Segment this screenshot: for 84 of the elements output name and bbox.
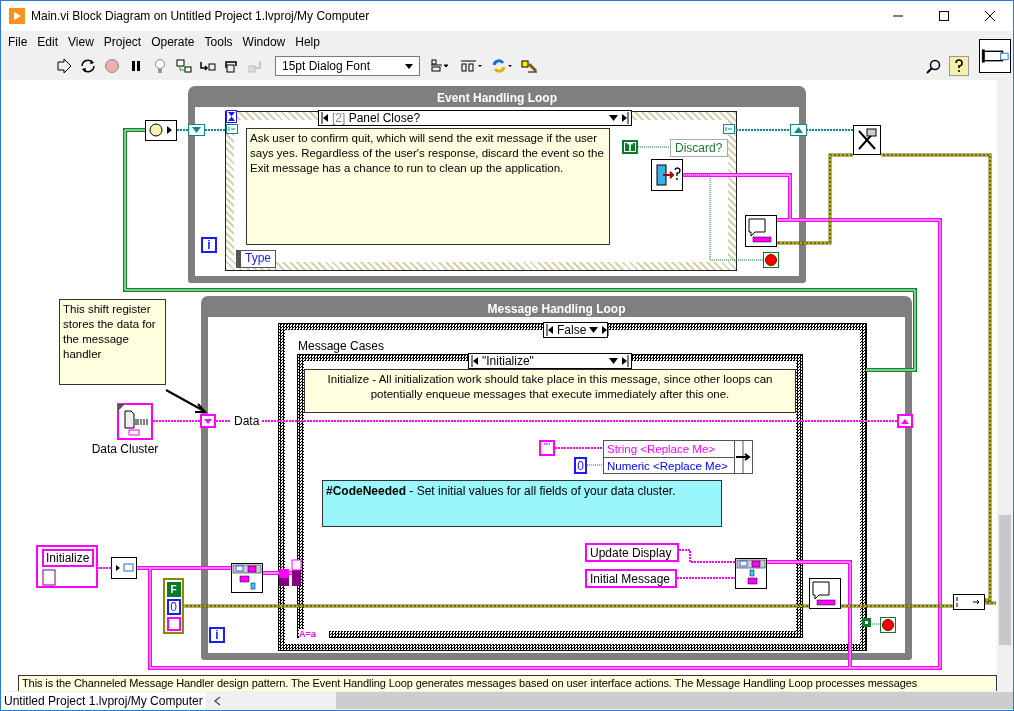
clean-up-diagram-icon[interactable] — [520, 58, 538, 74]
decrement-arrow-icon[interactable] — [471, 355, 479, 367]
run-arrow-icon[interactable] — [55, 58, 73, 74]
iteration-terminal: i — [201, 237, 217, 253]
string-constant: Initial Message — [585, 569, 677, 588]
merge-errors-icon — [953, 594, 985, 610]
boolean-constant: T — [622, 140, 638, 154]
stop-terminal-icon — [880, 617, 896, 633]
abort-icon[interactable] — [103, 58, 121, 74]
numeric-constant: 0 — [166, 599, 181, 615]
project-context: Untitled Project 1.lvproj/My Computer — [1, 691, 206, 710]
bundle-element-label: Numeric <Replace Me> — [604, 457, 734, 474]
run-continuously-icon[interactable] — [79, 58, 97, 74]
comment: #CodeNeeded - Set initial values for all fields of your data cluster. — [322, 480, 722, 527]
message-node-icon — [111, 557, 137, 579]
menu-item[interactable]: Help — [290, 34, 325, 49]
message-node-icon — [809, 578, 841, 609]
window-title: Main.vi Block Diagram on Untitled Project 1.lvproj/My Computer — [31, 9, 371, 23]
enqueue-node-icon — [735, 558, 767, 589]
case-label: A=a — [299, 629, 329, 640]
increment-arrow-icon[interactable] — [601, 324, 610, 336]
comment: Initialize - All initialization work should take place in this message, since other loops can potentially enqueue messages that execute immediately after this one. — [304, 369, 796, 413]
connector-pane-icon — [979, 39, 1011, 73]
font-dropdown[interactable]: 15pt Dialog Font — [275, 56, 420, 76]
cluster-constant-icon — [117, 403, 153, 440]
close-icon[interactable] — [985, 11, 995, 21]
event-node-icon — [145, 120, 177, 141]
iteration-terminal: i — [209, 627, 225, 643]
empty-string-icon — [166, 617, 181, 631]
tunnel-icon — [188, 124, 205, 136]
wire-label: Data — [234, 414, 261, 428]
string-constant: "" — [539, 440, 555, 456]
menu-item[interactable]: Operate — [146, 34, 200, 49]
loop-title: Message Handling Loop — [486, 301, 627, 317]
stop-terminal-icon — [763, 252, 779, 268]
string-constant: Update Display — [585, 543, 679, 562]
distribute-icon[interactable] — [460, 58, 484, 74]
menu-item[interactable]: Tools — [199, 34, 238, 49]
case-selector[interactable]: "Initialize" — [468, 353, 632, 369]
exit-prompt-icon — [651, 159, 683, 191]
event-case-selector[interactable]: [2] Panel Close? — [318, 110, 632, 126]
decrement-arrow-icon[interactable] — [321, 112, 329, 124]
event-data-node: Type — [236, 250, 276, 268]
decrement-arrow-icon[interactable] — [546, 324, 554, 336]
discard-terminal: Discard? — [670, 139, 728, 157]
caret-icon[interactable] — [609, 115, 618, 121]
loop-title: Event Handling Loop — [436, 90, 558, 106]
destroy-node-icon — [853, 125, 881, 155]
app-icon — [9, 8, 25, 24]
bundle-element-label: String <Replace Me> — [606, 442, 717, 457]
search-icon[interactable] — [925, 58, 943, 74]
event-registration-icon — [723, 124, 735, 134]
caret-icon — [405, 63, 413, 69]
increment-arrow-icon[interactable] — [621, 355, 629, 367]
timeout-icon — [226, 110, 237, 123]
shift-register-icon — [897, 414, 913, 428]
note: This shift register stores the data for the message handler — [59, 299, 166, 385]
caret-icon[interactable] — [589, 327, 599, 333]
tunnel-icon — [790, 124, 807, 136]
reorder-icon[interactable] — [490, 58, 514, 74]
menu-item[interactable]: Project — [98, 34, 147, 49]
maximize-icon[interactable] — [939, 11, 949, 21]
constant-label: Data Cluster — [90, 442, 160, 456]
description-comment: This is the Channeled Message Handler design pattern. The Event Handling Loop generates messages based on user interface actions. The Message Handling Loop processes messages — [18, 675, 997, 691]
terminal-icon — [862, 618, 871, 627]
caret-icon[interactable] — [609, 358, 618, 364]
retain-wire-values-icon[interactable] — [175, 58, 193, 74]
structure-label: Message Cases — [298, 339, 386, 353]
numeric-constant: 0 — [574, 457, 587, 474]
dequeue-node-icon — [231, 563, 263, 593]
boolean-constant: F — [166, 582, 181, 597]
message-node-icon — [745, 215, 777, 247]
case-selector[interactable]: False — [543, 322, 608, 338]
menu-item[interactable]: File — [3, 34, 33, 49]
menu-item[interactable]: View — [63, 34, 99, 49]
increment-arrow-icon[interactable] — [621, 112, 629, 124]
event-registration-icon — [226, 124, 238, 134]
string-constant: Initialize — [42, 549, 94, 567]
shift-register-icon — [200, 414, 216, 428]
comment: Ask user to confirm quit, which will send the exit message if the user says yes. Regardless of the user's response, discard the event so the Exit message has a chance to run to clean up the application. — [246, 128, 610, 245]
menu-item[interactable]: Edit — [32, 34, 64, 49]
pointer-arrow — [165, 389, 208, 413]
context-help-icon[interactable] — [949, 56, 969, 76]
menu-item[interactable]: Window — [237, 34, 291, 49]
